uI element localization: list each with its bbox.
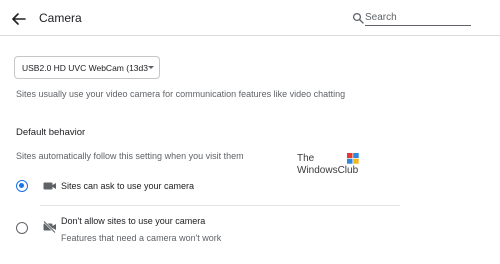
camera-icon	[43, 182, 56, 190]
camera-off-icon	[43, 221, 56, 233]
section-description: Sites automatically follow this setting …	[16, 151, 244, 161]
radio-button-unselected[interactable]	[16, 222, 28, 234]
search-icon	[352, 12, 364, 24]
watermark-line2: WindowsClub	[297, 165, 359, 176]
header-divider	[0, 35, 500, 36]
dropdown-arrow-icon	[148, 66, 154, 69]
windows-logo-icon	[347, 153, 359, 164]
radio-button-selected[interactable]	[16, 180, 28, 192]
page-title: Camera	[39, 11, 82, 25]
search-input[interactable]	[365, 10, 471, 26]
option-block-label: Don't allow sites to use your camera	[61, 216, 206, 226]
option-block-camera[interactable]: Don't allow sites to use your camera Fea…	[10, 212, 400, 244]
camera-select-value: USB2.0 HD UVC WebCam (13d3	[22, 62, 148, 73]
watermark-line1: The	[297, 153, 315, 164]
camera-description: Sites usually use your video camera for …	[16, 89, 346, 99]
back-button[interactable]	[9, 9, 29, 29]
arrow-left-icon	[12, 13, 26, 25]
section-title: Default behavior	[16, 127, 86, 138]
search-box[interactable]	[352, 10, 474, 26]
option-allow-camera[interactable]: Sites can ask to use your camera	[10, 176, 400, 198]
camera-select[interactable]: USB2.0 HD UVC WebCam (13d3	[14, 56, 160, 79]
options-divider	[40, 205, 400, 206]
option-allow-label: Sites can ask to use your camera	[61, 181, 195, 191]
option-block-sublabel: Features that need a camera won't work	[61, 233, 222, 243]
